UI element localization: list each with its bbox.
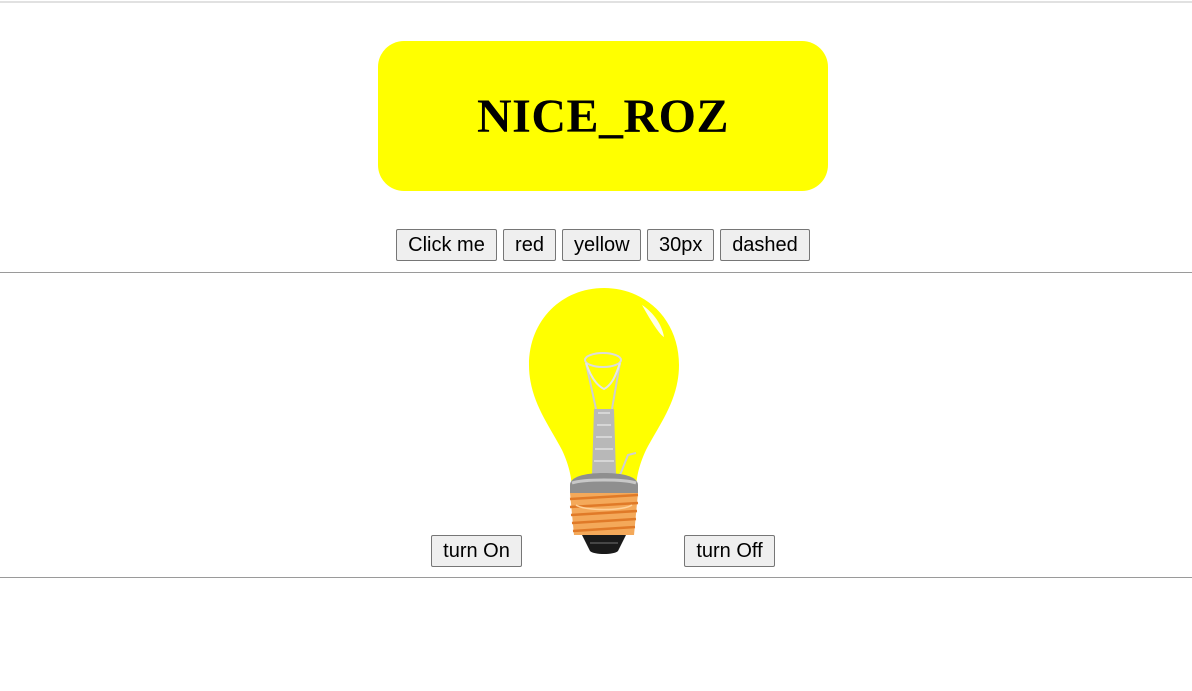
section-divider [0,272,1192,273]
page-title: NICE_ROZ [476,89,730,143]
dashed-button[interactable]: dashed [720,229,810,261]
turn-off-button[interactable]: turn Off [684,535,775,567]
size-30px-button[interactable]: 30px [647,229,714,261]
title-box: NICE_ROZ [378,41,828,191]
top-divider [0,1,1192,3]
red-button[interactable]: red [503,229,556,261]
bottom-divider [0,577,1192,578]
yellow-button[interactable]: yellow [562,229,641,261]
turn-on-button[interactable]: turn On [431,535,522,567]
click-me-button[interactable]: Click me [396,229,497,261]
light-bulb-image [529,288,679,554]
